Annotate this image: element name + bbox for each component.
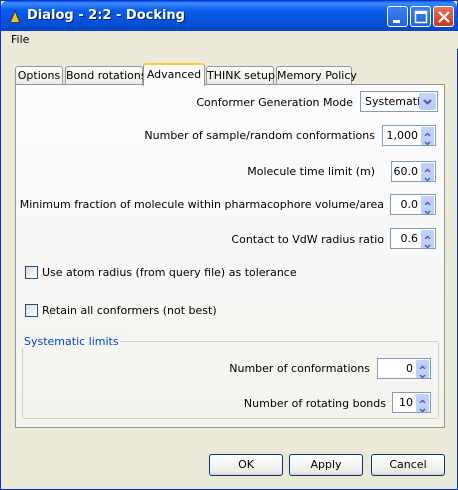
spin-up-icon[interactable] xyxy=(416,394,429,404)
spin-up-icon[interactable] xyxy=(421,230,434,240)
sample-conformations-spinner[interactable]: 1,000 xyxy=(382,125,436,146)
title-bar[interactable]: Dialog - 2:2 - Docking xyxy=(1,1,457,31)
time-limit-spinner[interactable]: 60.0 xyxy=(391,161,436,182)
num-conformations-label: Number of conformations xyxy=(229,362,370,375)
spin-down-icon[interactable] xyxy=(421,172,434,182)
contact-ratio-label: Contact to VdW radius ratio xyxy=(231,233,384,246)
num-conformations-spinner[interactable]: 0 xyxy=(377,358,431,379)
close-icon xyxy=(438,11,450,23)
minimize-icon xyxy=(393,20,400,23)
tab-options[interactable]: Options xyxy=(15,66,63,85)
menu-file[interactable]: File xyxy=(11,33,29,46)
tab-think-setup[interactable]: THINK setup xyxy=(206,66,275,85)
contact-ratio-spinner[interactable]: 0.6 xyxy=(390,228,436,249)
retain-conformers-label: Retain all conformers (not best) xyxy=(42,304,217,317)
minimize-button[interactable] xyxy=(387,6,408,27)
cancel-button[interactable]: Cancel xyxy=(371,454,445,476)
spin-down-icon[interactable] xyxy=(416,369,429,379)
app-icon xyxy=(9,9,21,23)
conformer-mode-value: Systematic xyxy=(365,95,427,108)
num-rotating-bonds-spinner[interactable]: 10 xyxy=(392,392,431,413)
conformer-mode-label: Conformer Generation Mode xyxy=(196,96,353,109)
dialog-window: Dialog - 2:2 - Docking File Options Bond… xyxy=(0,0,458,490)
spin-up-icon[interactable] xyxy=(421,196,434,206)
spin-down-icon[interactable] xyxy=(421,136,434,146)
systematic-limits-title: Systematic limits xyxy=(22,335,121,348)
time-limit-value: 60.0 xyxy=(393,165,419,178)
spin-up-icon[interactable] xyxy=(416,360,429,370)
spin-down-icon[interactable] xyxy=(421,205,434,215)
maximize-button[interactable] xyxy=(410,6,431,27)
num-rotating-bonds-label: Number of rotating bonds xyxy=(243,397,386,410)
apply-button[interactable]: Apply xyxy=(289,454,363,476)
spin-up-icon[interactable] xyxy=(421,163,434,173)
chevron-down-icon[interactable] xyxy=(419,93,436,110)
min-fraction-label: Minimum fraction of molecule within phar… xyxy=(19,198,384,211)
num-rotating-bonds-value: 10 xyxy=(399,396,413,409)
min-fraction-value: 0.0 xyxy=(400,198,419,211)
atom-radius-label: Use atom radius (from query file) as tol… xyxy=(42,266,297,279)
min-fraction-spinner[interactable]: 0.0 xyxy=(390,194,436,215)
tab-memory-policy[interactable]: Memory Policy xyxy=(276,66,357,85)
sample-conformations-label: Number of sample/random conformations xyxy=(144,129,375,142)
tab-bond-rotations[interactable]: Bond rotations xyxy=(65,66,147,85)
maximize-icon xyxy=(414,10,428,24)
sample-conformations-value: 1,000 xyxy=(386,129,419,142)
spin-down-icon[interactable] xyxy=(421,239,434,249)
spin-up-icon[interactable] xyxy=(421,127,434,137)
menu-bar: File xyxy=(2,31,458,49)
contact-ratio-value: 0.6 xyxy=(400,232,419,245)
checkbox-box[interactable] xyxy=(25,266,38,279)
checkbox-box[interactable] xyxy=(25,304,38,317)
conformer-mode-select[interactable]: Systematic xyxy=(360,91,438,112)
ok-button[interactable]: OK xyxy=(209,454,283,476)
num-conformations-value: 0 xyxy=(406,362,413,375)
window-title: Dialog - 2:2 - Docking xyxy=(27,8,185,23)
close-button[interactable] xyxy=(433,6,454,27)
tab-advanced[interactable]: Advanced xyxy=(143,63,205,86)
time-limit-label: Molecule time limit (m) xyxy=(247,165,375,178)
spin-down-icon[interactable] xyxy=(416,403,429,413)
